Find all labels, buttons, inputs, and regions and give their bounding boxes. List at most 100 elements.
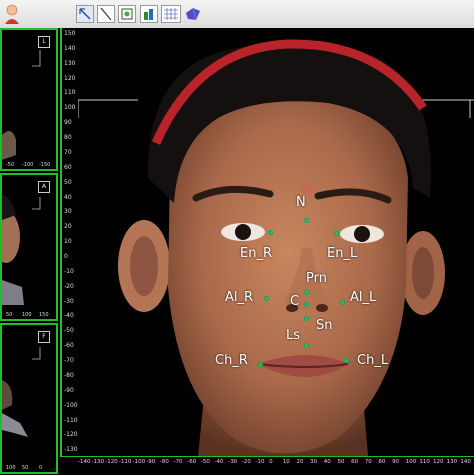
pane-lateral[interactable]: L -50 -100 -150 (0, 28, 58, 171)
ruler-label: -110 (118, 459, 132, 465)
ruler-label: 40 (64, 193, 72, 201)
ruler-label: 50 (64, 178, 72, 186)
ruler-label: 60 (351, 459, 359, 465)
landmark-dot[interactable] (334, 231, 339, 236)
ruler-label: 110 (419, 459, 430, 465)
ruler-label: 40 (323, 459, 331, 465)
ruler-label: -60 (64, 342, 74, 350)
pane-tick: 0 (39, 465, 43, 471)
ruler-label: 120 (64, 74, 76, 82)
pane-tick: 50 (22, 465, 29, 471)
ruler-label: 70 (364, 459, 372, 465)
face-viewport[interactable]: N En_R En_L Prn C Al_R Al_L Sn Ls Ch_R C… (78, 28, 474, 456)
ruler-label: -90 (146, 459, 156, 465)
pane-frontal[interactable]: F 100 50 0 (0, 323, 58, 474)
ruler-label: -90 (64, 386, 74, 394)
landmark-dot[interactable] (340, 300, 345, 305)
landmark-label: En_R (240, 246, 272, 261)
landmark-dot[interactable] (304, 302, 309, 307)
ruler-label: 10 (282, 459, 290, 465)
ruler-label: 80 (64, 134, 72, 142)
ruler-label: -50 (64, 327, 74, 335)
ruler-label: 70 (64, 148, 72, 156)
pane-preview (2, 195, 41, 305)
ruler-label: -130 (91, 459, 105, 465)
landmark-label: Al_R (225, 290, 254, 305)
ruler-label: -80 (159, 459, 169, 465)
ruler-label: -120 (105, 459, 118, 465)
landmark-dot[interactable] (304, 316, 309, 321)
ruler-label: -140 (78, 459, 91, 465)
pane-tick: -150 (39, 162, 51, 168)
face-render (78, 39, 474, 456)
measure-icon[interactable] (118, 5, 136, 23)
landmark-label: N (296, 195, 306, 210)
pane-preview (2, 347, 41, 437)
landmark-label: En_L (327, 246, 358, 261)
landmark-label: Prn (306, 271, 327, 286)
ruler-label: -70 (173, 459, 183, 465)
ruler-label: 140 (460, 459, 471, 465)
pane-tick: 50 (6, 312, 13, 318)
pane-tick: -50 (6, 162, 15, 168)
ruler-label: -40 (64, 312, 74, 320)
ruler-label: 110 (64, 89, 76, 97)
landmark-label: Ch_R (215, 353, 248, 368)
ruler-label: 130 (446, 459, 458, 465)
shape-icon[interactable] (184, 5, 202, 23)
ruler-label: -100 (132, 459, 146, 465)
ruler-label: 100 (405, 459, 417, 465)
ruler-label: -80 (64, 371, 74, 379)
landmark-label: Ls (286, 328, 301, 343)
user-icon[interactable] (2, 3, 22, 25)
ruler-label: -60 (187, 459, 197, 465)
landmark-dot[interactable] (268, 230, 273, 235)
ruler-label: -70 (64, 357, 74, 365)
landmark-label: Ch_L (357, 353, 389, 368)
export-icon[interactable] (140, 5, 158, 23)
ruler-label: 140 (64, 44, 76, 52)
ruler-label: -20 (241, 459, 251, 465)
toolbar (0, 0, 474, 29)
landmark-label: Sn (316, 318, 333, 333)
ruler-label: -10 (255, 459, 265, 465)
ruler-label: -40 (214, 459, 224, 465)
landmark-dot[interactable] (264, 296, 269, 301)
horizontal-ruler: -140 -130 -120 -110 -100 -90 -80 -70 -60 -50 -40 -3… (60, 456, 474, 475)
line-icon[interactable] (97, 5, 115, 23)
view-sidebar: L -50 -100 -150 A 50 100 150 F 100 50 0 (0, 28, 60, 474)
ruler-label: -20 (64, 282, 74, 290)
ruler-label: 20 (64, 223, 72, 231)
ruler-label: 60 (64, 163, 72, 171)
ruler-label: -120 (64, 431, 78, 439)
landmark-dot[interactable] (304, 290, 309, 295)
landmark-label: Al_L (350, 290, 377, 305)
ruler-label: 20 (296, 459, 304, 465)
landmark-label: C (290, 294, 300, 309)
pane-tick: -100 (22, 162, 34, 168)
ruler-label: 30 (64, 208, 72, 216)
pane-tick: 100 (6, 465, 16, 471)
pane-preview (2, 50, 41, 160)
ruler-label: 130 (64, 59, 76, 67)
ruler-label: -30 (228, 459, 238, 465)
ruler-label: 50 (337, 459, 345, 465)
pane-tick: 150 (39, 312, 49, 318)
landmark-dot[interactable] (258, 362, 263, 367)
ruler-label: -30 (64, 297, 74, 305)
select-icon[interactable] (76, 5, 94, 23)
pane-anterior[interactable]: A 50 100 150 (0, 173, 58, 321)
landmark-dot[interactable] (304, 218, 309, 223)
ruler-label: 90 (392, 459, 400, 465)
ruler-label: -110 (64, 416, 78, 424)
landmark-dot[interactable] (344, 358, 349, 363)
pane-tick: 100 (22, 312, 32, 318)
ruler-label: 80 (378, 459, 386, 465)
landmark-dot[interactable] (304, 343, 309, 348)
ruler-label: -10 (64, 267, 74, 275)
ruler-label: 120 (433, 459, 444, 465)
ruler-label: -50 (200, 459, 210, 465)
ruler-label: 0 (64, 253, 68, 260)
ruler-label: 30 (310, 459, 318, 465)
grid-icon[interactable] (161, 5, 181, 23)
